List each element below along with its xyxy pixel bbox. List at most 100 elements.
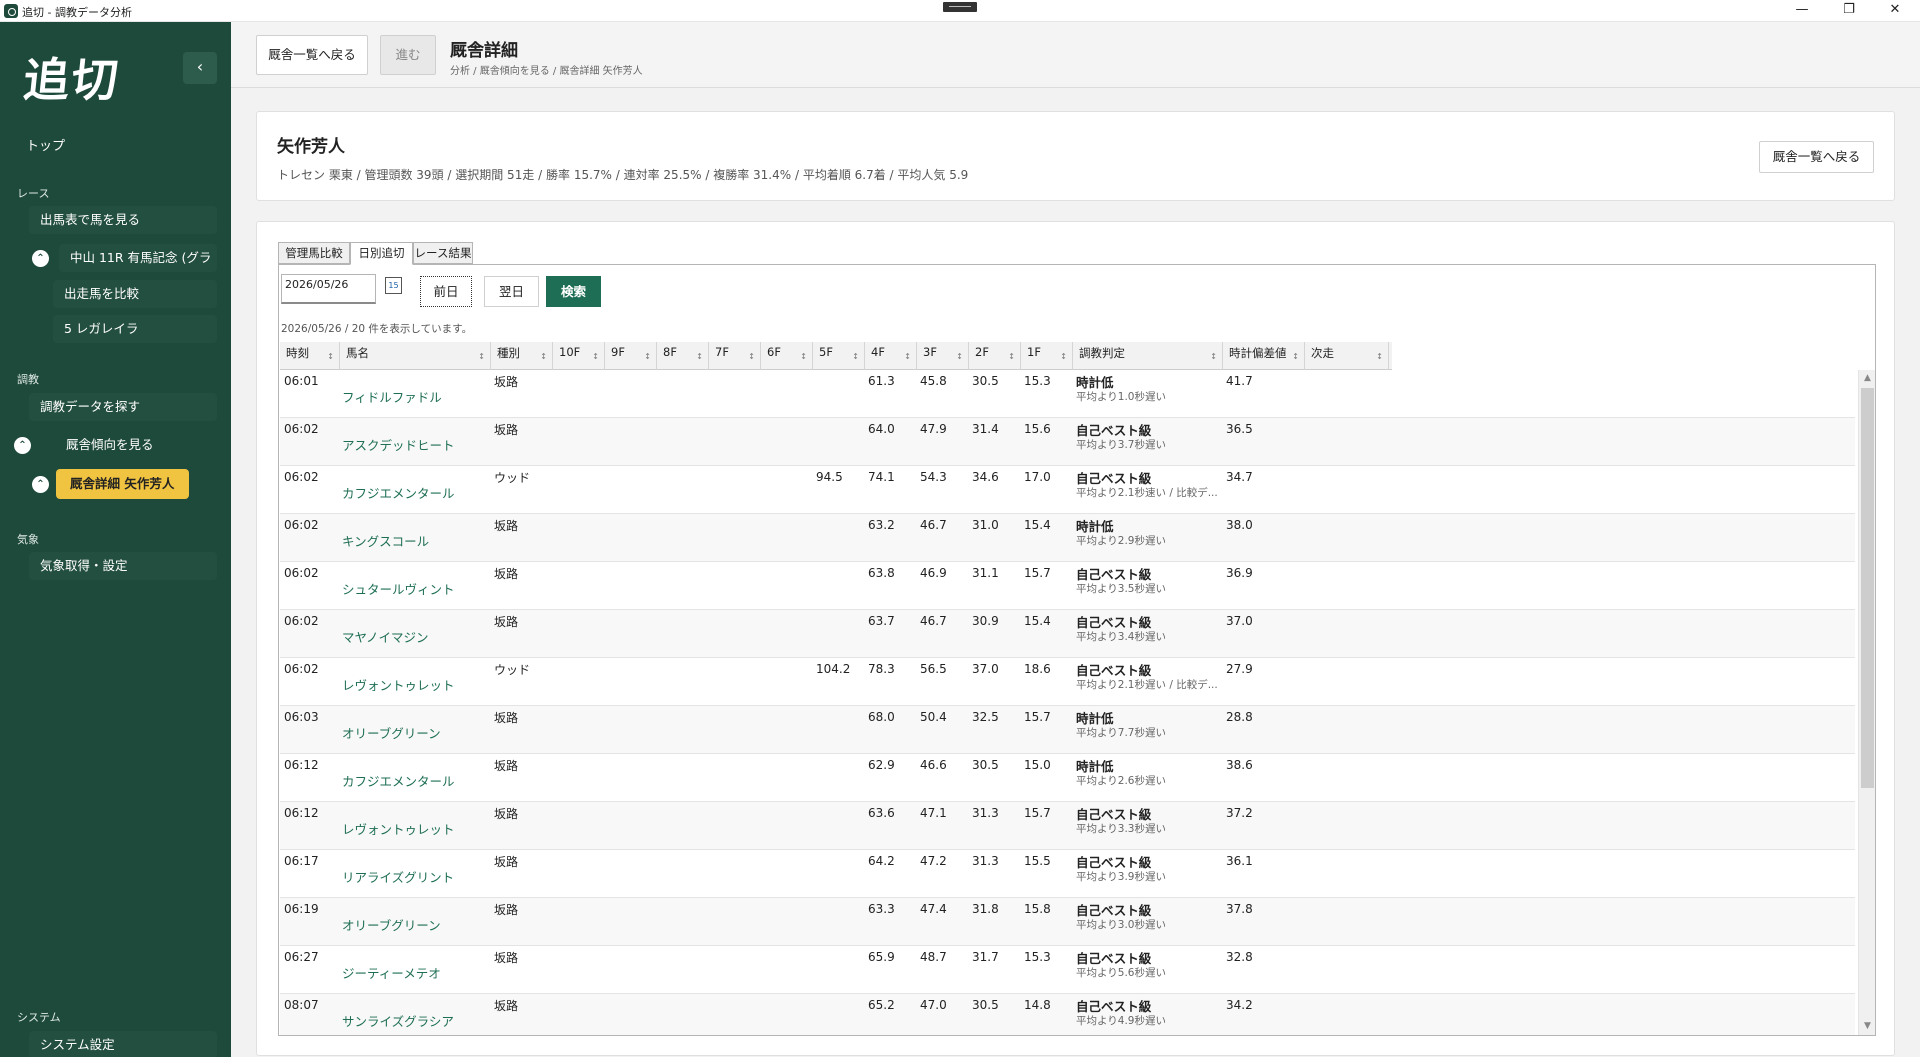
tab-stable-horses[interactable]: 管理馬比較 (278, 242, 350, 264)
sort-arrows-icon[interactable]: ↕ (644, 352, 651, 361)
column-header-f2[interactable]: 2F ↕ (969, 342, 1021, 370)
sort-arrows-icon[interactable]: ↕ (852, 352, 859, 361)
close-button[interactable]: ✕ (1875, 0, 1915, 22)
drag-handle-icon[interactable] (943, 2, 977, 12)
horse-name-link[interactable]: キングスコール (342, 531, 429, 550)
table-row[interactable]: 06:02 レヴォントゥレット ウッド 104.2 78.3 56.5 37.0 18.6 自己… (280, 658, 1855, 706)
sort-arrows-icon[interactable]: ↕ (904, 352, 911, 361)
sidebar-item-race-name[interactable]: 中山 11R 有馬記念 (グラ (59, 244, 217, 272)
column-header-label: 次走 (1311, 346, 1334, 360)
table-row[interactable]: 08:07 サンライズグラシア 坂路 65.2 47.0 30.5 14.8 自己ベスト級 平均… (280, 994, 1855, 1035)
cell-f5: 104.2 (816, 662, 851, 676)
sort-arrows-icon[interactable]: ↕ (800, 352, 807, 361)
horse-name-link[interactable]: カフジエメンタール (342, 771, 455, 790)
column-header-f10[interactable]: 10F ↕ (553, 342, 605, 370)
back-button[interactable]: 厩舎一覧へ戻る (256, 35, 368, 75)
calendar-icon[interactable]: 15 (385, 277, 402, 294)
sort-arrows-icon[interactable]: ↕ (478, 352, 485, 361)
horse-name-link[interactable]: シュタールヴィント (342, 579, 455, 598)
tab-daily-training[interactable]: 日別追切 (350, 242, 413, 265)
table-row[interactable]: 06:02 シュタールヴィント 坂路 63.8 46.9 31.1 15.7 自己ベスト級 平均… (280, 562, 1855, 610)
sidebar-item-horse[interactable]: 5 レガレイラ (53, 315, 217, 343)
sidebar-item-race-card[interactable]: 出馬表で馬を見る (29, 206, 217, 234)
table-row[interactable]: 06:27 ジーティーメテオ 坂路 65.9 48.7 31.7 15.3 自己ベスト級 平均よ… (280, 946, 1855, 994)
table-row[interactable]: 06:02 カフジエメンタール ウッド 94.5 74.1 54.3 34.6 17.0 自己ベ… (280, 466, 1855, 514)
scroll-down-icon[interactable]: ▼ (1859, 1018, 1875, 1035)
sidebar-item-stable-trend[interactable]: 厩舎傾向を見る (53, 431, 154, 459)
column-header-f6[interactable]: 6F ↕ (761, 342, 813, 370)
tab-race-results[interactable]: レース結果 (413, 242, 473, 264)
sidebar-item-search-training[interactable]: 調教データを探す (29, 393, 217, 421)
column-header-f1[interactable]: 1F ↕ (1021, 342, 1073, 370)
chevron-up-circle-icon[interactable]: ⌃ (14, 437, 31, 454)
column-header-horse[interactable]: 馬名 ↕ (340, 342, 491, 370)
table-row[interactable]: 06:03 オリーブグリーン 坂路 68.0 50.4 32.5 15.7 時計低 平均より7.… (280, 706, 1855, 754)
column-header-f5[interactable]: 5F ↕ (813, 342, 865, 370)
scroll-up-icon[interactable]: ▲ (1859, 370, 1875, 387)
horse-name-link[interactable]: リアライズグリント (342, 867, 454, 886)
sort-arrows-icon[interactable]: ↕ (327, 352, 334, 361)
cell-kind: ウッド (494, 471, 531, 485)
horse-name-link[interactable]: オリーブグリーン (342, 915, 441, 934)
sidebar-item-stable-detail[interactable]: 厩舎詳細 矢作芳人 (56, 469, 189, 499)
minimize-button[interactable]: — (1782, 0, 1822, 22)
cell-kind: 坂路 (494, 759, 519, 773)
next-day-button[interactable]: 翌日 (484, 276, 539, 307)
column-header-kind[interactable]: 種別 ↕ (491, 342, 553, 370)
sort-arrows-icon[interactable]: ↕ (1210, 352, 1217, 361)
chevron-up-circle-icon[interactable]: ⌃ (32, 250, 49, 267)
column-header-f7[interactable]: 7F ↕ (709, 342, 761, 370)
back-to-list-button[interactable]: 厩舎一覧へ戻る (1759, 141, 1874, 173)
forward-button[interactable]: 進む (380, 35, 436, 75)
horse-name-link[interactable]: フィドルファドル (342, 387, 442, 406)
table-row[interactable]: 06:17 リアライズグリント 坂路 64.2 47.2 31.3 15.5 自己ベスト級 平均… (280, 850, 1855, 898)
cell-judge-detail: 平均より1.0秒遅い (1076, 391, 1166, 403)
horse-name-link[interactable]: レヴォントゥレット (342, 675, 455, 694)
sort-arrows-icon[interactable]: ↕ (592, 352, 599, 361)
cell-f3: 46.9 (920, 566, 947, 580)
column-header-f3[interactable]: 3F ↕ (917, 342, 969, 370)
sidebar-item-weather-setting[interactable]: 気象取得・設定 (29, 552, 217, 580)
sidebar-item-compare[interactable]: 出走馬を比較 (53, 280, 217, 308)
table-row[interactable]: 06:12 レヴォントゥレット 坂路 63.6 47.1 31.3 15.7 自己ベスト級 平均… (280, 802, 1855, 850)
sort-arrows-icon[interactable]: ↕ (1376, 352, 1383, 361)
sidebar-collapse-button[interactable]: ‹ (183, 52, 217, 84)
table-row[interactable]: 06:02 キングスコール 坂路 63.2 46.7 31.0 15.4 時計低 平均より2.9… (280, 514, 1855, 562)
table-row[interactable]: 06:01 フィドルファドル 坂路 61.3 45.8 30.5 15.3 時計低 平均より1.… (280, 370, 1855, 418)
column-header-f4[interactable]: 4F ↕ (865, 342, 917, 370)
sort-arrows-icon[interactable]: ↕ (696, 352, 703, 361)
sort-arrows-icon[interactable]: ↕ (748, 352, 755, 361)
chevron-up-circle-icon[interactable]: ⌃ (32, 476, 49, 493)
horse-name-link[interactable]: オリーブグリーン (342, 723, 441, 742)
sort-arrows-icon[interactable]: ↕ (1060, 352, 1067, 361)
scrollbar-thumb[interactable] (1861, 388, 1874, 788)
column-header-next[interactable]: 次走 ↕ (1305, 342, 1389, 370)
horse-name-link[interactable]: カフジエメンタール (342, 483, 455, 502)
column-header-judge[interactable]: 調教判定 ↕ (1073, 342, 1223, 370)
horse-name-link[interactable]: マヤノイマジン (342, 627, 429, 646)
column-header-dev[interactable]: 時計偏差値 ↕ (1223, 342, 1305, 370)
sidebar-item-system-setting[interactable]: システム設定 (29, 1031, 217, 1057)
horse-name-link[interactable]: レヴォントゥレット (342, 819, 455, 838)
sort-arrows-icon[interactable]: ↕ (956, 352, 963, 361)
table-row[interactable]: 06:19 オリーブグリーン 坂路 63.3 47.4 31.8 15.8 自己ベスト級 平均よ… (280, 898, 1855, 946)
table-row[interactable]: 06:12 カフジエメンタール 坂路 62.9 46.6 30.5 15.0 時計低 平均より2… (280, 754, 1855, 802)
table-row[interactable]: 06:02 マヤノイマジン 坂路 63.7 46.7 30.9 15.4 自己ベスト級 平均より… (280, 610, 1855, 658)
date-input[interactable]: 2026/05/26 (281, 274, 376, 304)
prev-day-button[interactable]: 前日 (420, 276, 472, 307)
sidebar-item-top[interactable]: トップ (26, 135, 65, 154)
app-icon (4, 4, 18, 18)
horse-name-link[interactable]: アスクデッドヒート (342, 435, 455, 454)
sort-arrows-icon[interactable]: ↕ (1008, 352, 1015, 361)
search-button[interactable]: 検索 (546, 276, 601, 307)
maximize-button[interactable]: ❐ (1829, 0, 1869, 22)
horse-name-link[interactable]: サンライズグラシア (342, 1011, 454, 1030)
table-row[interactable]: 06:02 アスクデッドヒート 坂路 64.0 47.9 31.4 15.6 自己ベスト級 平均… (280, 418, 1855, 466)
sort-arrows-icon[interactable]: ↕ (1292, 352, 1299, 361)
vertical-scrollbar[interactable]: ▲ ▼ (1858, 370, 1875, 1035)
horse-name-link[interactable]: ジーティーメテオ (342, 963, 441, 982)
column-header-time[interactable]: 時刻 ↕ (280, 342, 340, 370)
column-header-f9[interactable]: 9F ↕ (605, 342, 657, 370)
sort-arrows-icon[interactable]: ↕ (540, 352, 547, 361)
column-header-f8[interactable]: 8F ↕ (657, 342, 709, 370)
